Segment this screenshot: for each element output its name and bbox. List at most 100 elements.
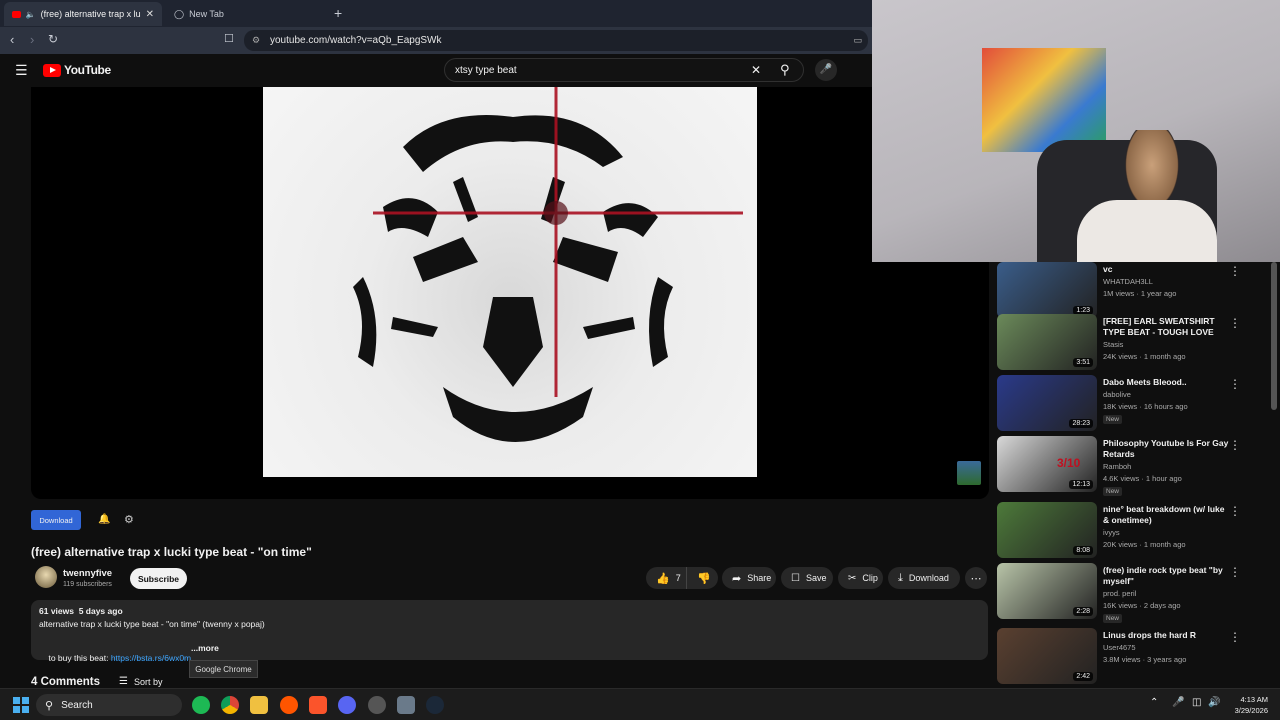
bookmark-icon[interactable]: ☐	[224, 32, 234, 45]
more-actions-button[interactable]: ⋯	[965, 567, 987, 589]
video-title[interactable]: Dabo Meets Bleood..	[1103, 377, 1229, 388]
clear-search-icon[interactable]: ✕	[751, 63, 761, 77]
channel-name[interactable]: User4675	[1103, 643, 1136, 652]
recommended-video-item[interactable]: 2:42 Linus drops the hard R User4675 3.8M v…	[997, 628, 1257, 686]
sidebar-scrollbar[interactable]	[1271, 262, 1277, 410]
voice-search-icon[interactable]: 🎤	[815, 59, 837, 81]
video-thumbnail[interactable]: 8:08	[997, 502, 1097, 558]
settings-gear-icon[interactable]: ⚙	[124, 513, 134, 526]
thumbs-up-icon: 👍	[656, 572, 670, 585]
windows-start-icon[interactable]	[13, 697, 29, 713]
more-options-icon[interactable]: ⋮	[1229, 630, 1241, 644]
sort-by-button[interactable]: ☰ Sort by	[119, 676, 162, 687]
extension-download-button[interactable]: Download	[31, 510, 81, 530]
menu-icon[interactable]: ☰	[15, 62, 28, 79]
buy-link[interactable]: https://bsta.rs/6wx0m	[111, 653, 191, 663]
youtube-logo[interactable]: YouTube	[43, 63, 111, 77]
new-tab-button[interactable]: +	[334, 5, 342, 21]
subscribe-button[interactable]: Subscribe	[130, 568, 187, 589]
channel-avatar[interactable]	[35, 566, 57, 588]
volume-icon[interactable]: 🔊	[1208, 697, 1220, 708]
more-options-icon[interactable]: ⋮	[1229, 565, 1241, 579]
search-input[interactable]: xtsy type beat ✕ ⚲	[444, 58, 804, 82]
channel-name[interactable]: Stasis	[1103, 340, 1123, 349]
video-thumbnail[interactable]: 28:23	[997, 375, 1097, 431]
video-thumbnail[interactable]: 3/10 12:13	[997, 436, 1097, 492]
audio-playing-icon[interactable]: 🔈	[26, 10, 36, 19]
file-explorer-icon[interactable]	[250, 696, 268, 714]
recommended-video-item[interactable]: 8:08 nine° beat breakdown (w/ luke & onet…	[997, 502, 1257, 560]
video-thumbnail[interactable]: 3:51	[997, 314, 1097, 370]
description-box[interactable]: 61 views 5 days ago alternative trap x l…	[31, 600, 988, 663]
address-bar[interactable]: ⚙ youtube.com/watch?v=aQb_EapgSWk ▭	[244, 30, 868, 51]
notification-bell-icon[interactable]: 🔔	[98, 514, 110, 525]
cast-icon[interactable]: ▭	[853, 35, 862, 46]
channel-name[interactable]: twennyfive	[63, 568, 112, 579]
recommended-video-item[interactable]: 3:51 [FREE] EARL SWEATSHIRT TYPE BEAT - T…	[997, 314, 1257, 372]
more-options-icon[interactable]: ⋮	[1229, 438, 1241, 452]
tab-youtube-video[interactable]: 🔈 (free) alternative trap x lucki t ✕	[4, 2, 162, 26]
tray-chevron-icon[interactable]: ⌃	[1150, 697, 1158, 708]
save-label: Save	[805, 573, 827, 583]
search-icon[interactable]: ⚲	[780, 62, 790, 78]
youtube-logo-text: YouTube	[64, 63, 111, 77]
clip-button[interactable]: ✂ Clip	[838, 567, 883, 589]
save-icon: ☐	[791, 572, 800, 584]
channel-name[interactable]: Ramboh	[1103, 462, 1131, 471]
spotify-icon[interactable]	[192, 696, 210, 714]
forward-icon[interactable]: ›	[30, 32, 34, 47]
video-thumbnail[interactable]: 2:42	[997, 628, 1097, 684]
more-options-icon[interactable]: ⋮	[1229, 316, 1241, 330]
tab-new-tab[interactable]: ◯ New Tab	[166, 2, 324, 26]
clock[interactable]: 4:13 AM 3/29/2026	[1228, 694, 1268, 716]
video-player[interactable]	[31, 87, 989, 499]
next-video-thumbnail[interactable]	[957, 461, 981, 485]
site-info-icon[interactable]: ⚙	[252, 35, 260, 46]
show-more-link[interactable]: ...more	[191, 643, 219, 653]
more-options-icon[interactable]: ⋮	[1229, 504, 1241, 518]
brave-icon[interactable]	[309, 696, 327, 714]
like-button[interactable]: 👍 7	[646, 567, 686, 589]
recommended-video-item[interactable]: 28:23 Dabo Meets Bleood.. dabolive 18K view…	[997, 375, 1257, 433]
description-buy-line: to buy this beat: https://bsta.rs/6wx0m	[39, 643, 191, 673]
share-button[interactable]: ➦ Share	[722, 567, 776, 589]
network-icon[interactable]: ◫	[1192, 697, 1201, 708]
close-tab-icon[interactable]: ✕	[146, 9, 154, 20]
video-title[interactable]: [FREE] EARL SWEATSHIRT TYPE BEAT - TOUGH…	[1103, 316, 1229, 338]
search-icon: ⚲	[45, 699, 54, 712]
save-button[interactable]: ☐ Save	[781, 567, 833, 589]
video-title[interactable]: vc	[1103, 264, 1229, 275]
video-title[interactable]: Philosophy Youtube Is For Gay Retards	[1103, 438, 1229, 460]
more-options-icon[interactable]: ⋮	[1229, 377, 1241, 391]
video-thumbnail[interactable]: 2:28	[997, 563, 1097, 619]
reload-icon[interactable]: ↻	[48, 32, 58, 46]
chrome-tooltip: Google Chrome	[189, 660, 258, 678]
download-button[interactable]: ⤓ Download	[888, 567, 960, 589]
recommended-video-item[interactable]: 1:23 vc WHATDAH3LL 1M views · 1 year ago ⋮	[997, 262, 1257, 320]
video-title[interactable]: (free) indie rock type beat "by myself"	[1103, 565, 1229, 587]
recommended-video-item[interactable]: 3/10 12:13 Philosophy Youtube Is For Gay R…	[997, 436, 1257, 496]
steam-icon[interactable]	[426, 696, 444, 714]
sort-icon: ☰	[119, 676, 128, 687]
new-badge: New	[1103, 415, 1123, 424]
scissors-icon: ✂	[848, 572, 857, 584]
dislike-button[interactable]: 👎	[686, 567, 718, 589]
settings-app-icon[interactable]	[397, 696, 415, 714]
tab-label: (free) alternative trap x lucki t	[40, 9, 141, 19]
taskbar-search[interactable]: ⚲ Search	[36, 694, 182, 716]
video-title[interactable]: Linus drops the hard R	[1103, 630, 1229, 641]
channel-name[interactable]: prod. peril	[1103, 589, 1136, 598]
clock-app-icon[interactable]	[368, 696, 386, 714]
microphone-icon[interactable]: 🎤	[1172, 697, 1184, 708]
discord-icon[interactable]	[338, 696, 356, 714]
channel-name[interactable]: ivyys	[1103, 528, 1120, 537]
soundcloud-icon[interactable]	[280, 696, 298, 714]
more-options-icon[interactable]: ⋮	[1229, 264, 1241, 278]
recommended-video-item[interactable]: 2:28 (free) indie rock type beat "by myse…	[997, 563, 1257, 623]
video-thumbnail[interactable]: 1:23	[997, 262, 1097, 318]
back-icon[interactable]: ‹	[10, 32, 14, 47]
video-title[interactable]: nine° beat breakdown (w/ luke & onetimee…	[1103, 504, 1229, 526]
channel-name[interactable]: WHATDAH3LL	[1103, 277, 1153, 286]
chrome-icon[interactable]	[221, 696, 239, 714]
channel-name[interactable]: dabolive	[1103, 390, 1131, 399]
